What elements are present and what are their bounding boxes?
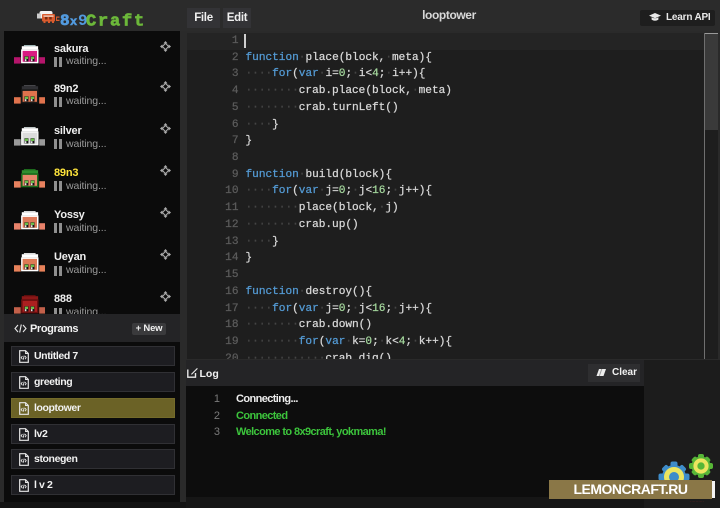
svg-text:x: x (70, 15, 77, 29)
svg-text:Craft: Craft (86, 12, 146, 30)
svg-text:8: 8 (60, 12, 70, 30)
